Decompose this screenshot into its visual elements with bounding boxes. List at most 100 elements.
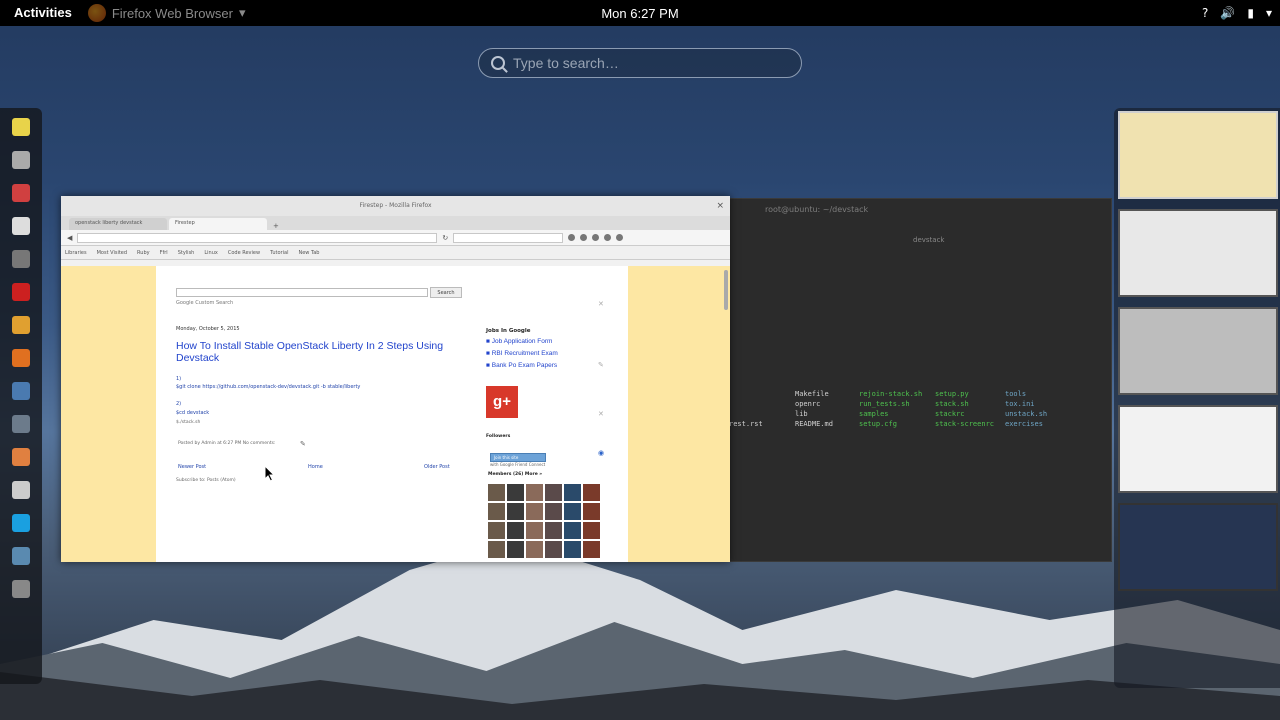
member-avatar[interactable]: [526, 484, 543, 501]
terminal-window[interactable]: root@ubuntu: ~/devstack devstack Makefil…: [700, 198, 1112, 562]
member-avatar[interactable]: [488, 484, 505, 501]
terminal-icon[interactable]: [12, 250, 30, 268]
settings-icon[interactable]: [12, 547, 30, 565]
url-bar[interactable]: [77, 232, 438, 243]
info-icon[interactable]: ◉: [598, 449, 604, 457]
skype-icon[interactable]: [12, 514, 30, 532]
bookmark-item[interactable]: Tutorial: [270, 250, 288, 256]
home-link[interactable]: Home: [308, 464, 323, 470]
bookmark-item[interactable]: Ruby: [137, 250, 150, 256]
post-code[interactable]: $git clone https://github.com/openstack-…: [176, 384, 360, 390]
bookmark-item[interactable]: Linux: [204, 250, 217, 256]
bookmark-item[interactable]: Most Visited: [97, 250, 127, 256]
member-avatar[interactable]: [564, 541, 581, 558]
newer-post-link[interactable]: Newer Post: [178, 464, 206, 470]
reading-list-icon[interactable]: [580, 234, 588, 241]
chrome-icon[interactable]: [12, 316, 30, 334]
member-avatar[interactable]: [507, 503, 524, 520]
image-viewer-icon[interactable]: [12, 382, 30, 400]
member-avatar[interactable]: [545, 522, 562, 539]
edit-icon[interactable]: ✎: [300, 440, 306, 448]
member-avatar[interactable]: [526, 503, 543, 520]
menu-icon[interactable]: [616, 234, 624, 241]
app-grid-icon[interactable]: [12, 580, 30, 598]
member-avatar[interactable]: [545, 503, 562, 520]
close-icon[interactable]: ✕: [598, 410, 604, 418]
page-viewport[interactable]: Search Google Custom Search ✕ Monday, Oc…: [61, 266, 730, 562]
back-icon[interactable]: ◀: [67, 234, 72, 242]
firefox-window[interactable]: Firestep - Mozilla Firefox × openstack l…: [61, 196, 730, 562]
bookmark-item[interactable]: Stylish: [178, 250, 195, 256]
member-avatar[interactable]: [488, 522, 505, 539]
pdf-viewer-icon[interactable]: [12, 283, 30, 301]
terminal-tab[interactable]: devstack: [913, 236, 944, 244]
scrollbar[interactable]: [724, 270, 728, 310]
battery-icon[interactable]: ▮: [1247, 6, 1254, 20]
workspace-4-thumbnail[interactable]: [1118, 405, 1278, 493]
tab-openstack[interactable]: openstack liberty devstack: [69, 218, 167, 230]
post-title[interactable]: How To Install Stable OpenStack Liberty …: [176, 340, 466, 364]
member-avatar[interactable]: [488, 503, 505, 520]
older-post-link[interactable]: Older Post: [424, 464, 450, 470]
bookmark-item[interactable]: Code Review: [228, 250, 260, 256]
member-avatar[interactable]: [583, 541, 600, 558]
volume-icon[interactable]: 🔊: [1220, 6, 1235, 20]
blog-search-input[interactable]: [176, 288, 428, 297]
search-input[interactable]: [513, 55, 773, 71]
sidebar-link-bank-po[interactable]: ■ Bank Po Exam Papers: [486, 362, 557, 369]
sidebar-link-job-form[interactable]: ■ Job Application Form: [486, 338, 552, 345]
member-avatar[interactable]: [545, 484, 562, 501]
notes-icon[interactable]: [12, 118, 30, 136]
workspace-2-thumbnail[interactable]: [1118, 209, 1278, 297]
close-icon[interactable]: ✎: [598, 361, 604, 369]
member-avatar[interactable]: [507, 484, 524, 501]
sidebar-link-rbi[interactable]: ■ RBI Recruitment Exam: [486, 350, 558, 357]
follow-button[interactable]: Join this site: [490, 453, 546, 462]
document-icon[interactable]: [12, 481, 30, 499]
workspace-5-thumbnail[interactable]: [1118, 503, 1278, 591]
close-icon[interactable]: ✕: [598, 300, 604, 308]
workspace-1-thumbnail[interactable]: [1118, 111, 1278, 199]
subscribe-link[interactable]: Subscribe to: Posts (Atom): [176, 478, 236, 483]
virtualbox-icon[interactable]: [12, 415, 30, 433]
app-menu[interactable]: Firefox Web Browser ▾: [87, 4, 245, 22]
member-avatar[interactable]: [507, 541, 524, 558]
member-avatar[interactable]: [564, 522, 581, 539]
google-plus-icon[interactable]: g+: [486, 386, 518, 418]
bookmark-star-icon[interactable]: [568, 234, 576, 241]
window-titlebar[interactable]: Firestep - Mozilla Firefox ×: [61, 196, 730, 216]
software-icon[interactable]: [12, 184, 30, 202]
members-heading[interactable]: Members (26) More »: [488, 472, 542, 477]
overview-search[interactable]: [478, 48, 802, 78]
member-avatar[interactable]: [583, 503, 600, 520]
download-icon[interactable]: [592, 234, 600, 241]
blog-search-button[interactable]: Search: [430, 287, 462, 298]
member-avatar[interactable]: [526, 541, 543, 558]
home-icon[interactable]: [604, 234, 612, 241]
tab-firestep[interactable]: Firestep: [169, 218, 267, 230]
activities-button[interactable]: Activities: [0, 0, 86, 26]
firefox-icon[interactable]: [12, 349, 30, 367]
member-avatar[interactable]: [583, 522, 600, 539]
member-avatar[interactable]: [564, 503, 581, 520]
member-avatar[interactable]: [545, 541, 562, 558]
files-icon[interactable]: [12, 151, 30, 169]
member-avatar[interactable]: [488, 541, 505, 558]
help-icon[interactable]: ?: [1202, 6, 1208, 20]
member-avatar[interactable]: [507, 522, 524, 539]
power-menu-icon[interactable]: ▾: [1266, 6, 1272, 20]
new-tab-button[interactable]: +: [269, 222, 283, 230]
close-icon[interactable]: ×: [716, 196, 724, 216]
gimp-icon[interactable]: [12, 448, 30, 466]
bookmark-item[interactable]: Ffrl: [160, 250, 168, 256]
member-avatar[interactable]: [526, 522, 543, 539]
text-editor-icon[interactable]: [12, 217, 30, 235]
system-status-area[interactable]: ? 🔊 ▮ ▾: [1202, 0, 1272, 26]
bookmark-item[interactable]: New Tab: [298, 250, 319, 256]
member-avatar[interactable]: [564, 484, 581, 501]
member-avatar[interactable]: [583, 484, 600, 501]
reload-icon[interactable]: ↻: [442, 234, 448, 242]
bookmark-item[interactable]: Libraries: [65, 250, 87, 256]
search-box[interactable]: [453, 232, 564, 243]
workspace-3-thumbnail[interactable]: [1118, 307, 1278, 395]
